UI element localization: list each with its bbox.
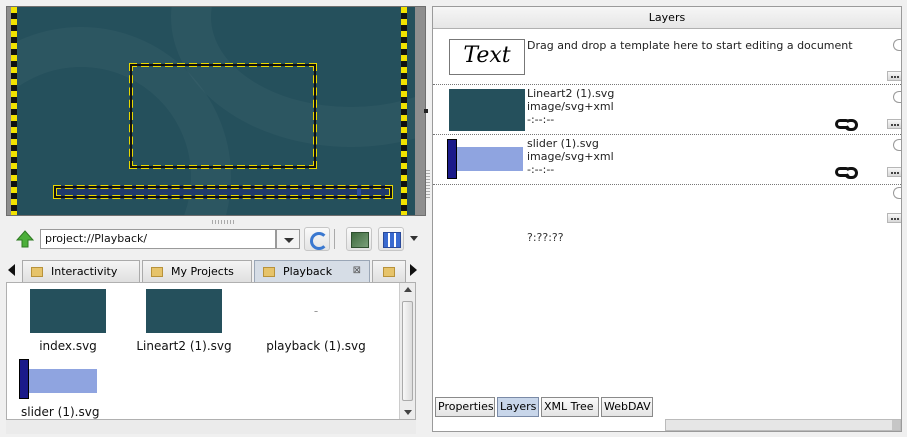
refresh-icon[interactable] [304,227,330,251]
layer-thumbnail [447,139,525,179]
document-canvas[interactable] [6,6,426,224]
view-dropdown-arrow[interactable] [410,236,418,245]
file-label: slider (1).svg [21,405,100,419]
toolbar-separator [334,229,335,249]
layer-handle-icon[interactable] [893,39,901,51]
text-template-thumbnail[interactable]: Text [449,39,525,75]
status-bar [6,420,416,434]
tab-extra[interactable] [372,260,406,282]
slider-thumbnail [19,359,105,399]
layer-name: slider (1).svg [527,137,599,150]
svg-thumbnail [30,289,106,333]
folder-icon [31,267,43,277]
layer-options-button[interactable] [887,71,901,81]
file-item[interactable]: - playback (1).svg [251,289,381,353]
tab-label: My Projects [171,265,234,278]
layer-options-button[interactable] [887,167,901,177]
tab-interactivity[interactable]: Interactivity [22,260,140,282]
layer-info: Lineart2 (1).svg image/svg+xml -:--:-- [527,87,614,126]
layers-header: Layers [433,7,901,29]
layer-type: image/svg+xml [527,100,614,113]
layer-handle-icon[interactable] [893,91,901,103]
tab-label: Interactivity [51,265,118,278]
file-label: Lineart2 (1).svg [136,339,232,353]
svg-thumbnail [146,289,222,333]
file-item[interactable]: slider (1).svg [7,359,137,419]
empty-layer-time: ?:??:?? [527,231,564,244]
grid-view-icon[interactable] [378,227,404,251]
tab-scroll-right-icon[interactable] [410,264,417,276]
folder-icon [263,267,275,277]
tab-webdav[interactable]: WebDAV [601,397,653,417]
tab-layers[interactable]: Layers [497,397,539,417]
up-arrow-icon[interactable] [16,230,34,248]
layer-thumbnail [449,89,525,131]
scroll-down-icon[interactable] [404,410,412,415]
layer-options-button[interactable] [887,213,901,223]
file-label: index.svg [39,339,97,353]
tab-properties[interactable]: Properties [435,397,495,417]
file-scrollbar[interactable] [399,283,415,419]
scroll-thumb[interactable] [892,420,900,430]
horizontal-scrollbar[interactable] [665,419,901,431]
layer-handle-icon[interactable] [893,187,901,199]
folder-icon [383,267,395,277]
scroll-thumb[interactable] [402,301,413,401]
canvas-document[interactable] [11,7,415,215]
pane-splitter[interactable] [426,170,430,200]
path-toolbar: project://Playback/ [12,226,426,252]
slider-thumbnail-handle [19,359,29,399]
template-hint: Drag and drop a template here to start e… [527,39,853,52]
thumbnail-view-icon[interactable] [346,227,372,251]
tab-scroll-left-icon[interactable] [8,264,15,276]
file-item[interactable]: Lineart2 (1).svg [119,289,249,353]
path-input[interactable]: project://Playback/ [40,229,276,249]
layers-panel: Layers Text Drag and drop a template her… [432,6,902,432]
placeholder-rect[interactable] [129,63,317,169]
layer-options-button[interactable] [887,119,901,129]
layer-time: -:--:-- [527,163,555,176]
close-tab-icon[interactable]: ⊠ [353,265,361,276]
link-icon[interactable] [835,119,858,131]
tab-playback[interactable]: Playback ⊠ [254,260,370,282]
project-tabs: Interactivity My Projects Playback ⊠ [6,258,417,282]
layer-handle-icon[interactable] [893,139,901,151]
file-item[interactable]: index.svg [3,289,133,353]
file-label: playback (1).svg [266,339,366,353]
slider-thumbnail-track [457,147,523,171]
layer-row[interactable]: slider (1).svg image/svg+xml -:--:-- [433,135,901,185]
layer-name: Lineart2 (1).svg [527,87,615,100]
file-browser: index.svg Lineart2 (1).svg - playback (1… [6,282,416,420]
folder-icon [151,267,163,277]
splitter-grip[interactable] [212,220,236,224]
slider-knob[interactable] [357,188,361,196]
template-drop-zone[interactable]: Text Drag and drop a template here to st… [433,29,901,85]
link-icon[interactable] [835,167,858,179]
layer-time: -:--:-- [527,113,555,126]
slider-thumbnail-handle [447,139,457,179]
layer-row[interactable]: Lineart2 (1).svg image/svg+xml -:--:-- [433,85,901,135]
empty-thumbnail: - [313,304,319,318]
path-dropdown-button[interactable] [276,229,300,249]
scroll-up-icon[interactable] [404,287,412,292]
tab-xml-tree[interactable]: XML Tree [541,397,599,417]
layer-type: image/svg+xml [527,150,614,163]
hazard-border-left [11,7,17,215]
slider-bar[interactable] [53,185,393,199]
layer-info: slider (1).svg image/svg+xml -:--:-- [527,137,614,176]
tab-label: Playback [283,265,333,278]
slider-thumbnail-track [29,369,97,393]
canvas-handle[interactable] [424,109,428,113]
tab-my-projects[interactable]: My Projects [142,260,252,282]
hazard-border-right [401,7,407,215]
